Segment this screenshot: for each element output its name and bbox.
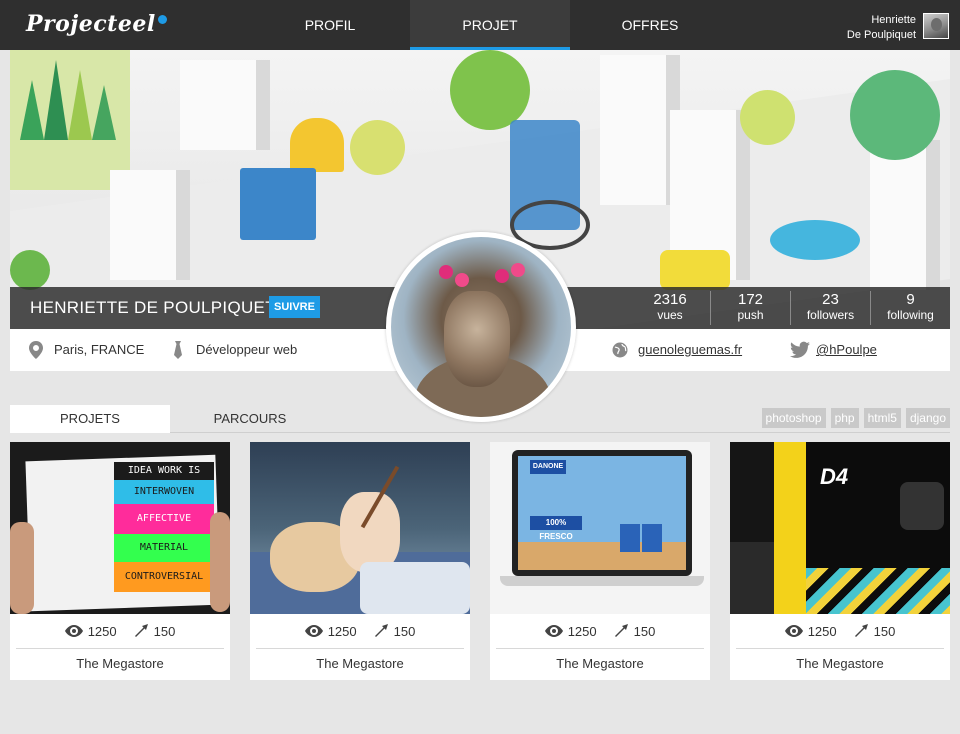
push-count: 150: [633, 623, 656, 639]
project-stats: 1250 150: [730, 614, 950, 648]
project-thumbnail[interactable]: D4: [730, 442, 950, 614]
project-stats: 1250 150: [490, 614, 710, 648]
main-nav: PROFIL PROJET OFFRES: [250, 0, 730, 50]
stat-followers[interactable]: 23 followers: [790, 291, 870, 325]
push-count: 150: [393, 623, 416, 639]
project-tabs: PROJETS PARCOURS photoshop php html5 dja…: [10, 405, 950, 433]
follow-button[interactable]: SUIVRE: [269, 296, 320, 318]
views-count: 1250: [807, 623, 837, 639]
nav-projet[interactable]: PROJET: [410, 0, 570, 50]
tag-html5[interactable]: html5: [863, 408, 901, 428]
tag-django[interactable]: django: [905, 408, 950, 428]
project-card[interactable]: 1250 150 The Megastore: [250, 442, 470, 680]
stat-following[interactable]: 9 following: [870, 291, 950, 325]
stat-views: 2316 vues: [653, 291, 687, 322]
project-thumbnail[interactable]: DANONE 100% FRESCO: [490, 442, 710, 614]
skill-tags: photoshop php html5 django: [761, 408, 950, 428]
eye-icon: [64, 625, 83, 637]
project-thumbnail[interactable]: IDEA WORK IS INTERWOVEN AFFECTIVE MATERI…: [10, 442, 230, 614]
push-icon: [374, 624, 388, 637]
project-title[interactable]: The Megastore: [490, 650, 710, 680]
twitter-icon: [790, 341, 810, 358]
views-count: 1250: [87, 623, 117, 639]
views-count: 1250: [567, 623, 597, 639]
user-last-name: De Poulpiquet: [846, 29, 916, 41]
project-card[interactable]: D4 1250 150 The Megastore: [730, 442, 950, 680]
tab-projets[interactable]: PROJETS: [10, 405, 170, 433]
project-thumbnail[interactable]: [250, 442, 470, 614]
project-title[interactable]: The Megastore: [730, 650, 950, 680]
location-pin-icon: [29, 341, 43, 359]
logo[interactable]: Projecteel: [26, 11, 167, 37]
profile-stats: 2316 vues 172 push 23 followers 9 following: [630, 291, 950, 325]
tab-parcours[interactable]: PARCOURS: [170, 405, 330, 433]
profile-name: HENRIETTE DE POULPIQUET: [30, 298, 276, 317]
tie-icon: [174, 341, 182, 359]
project-title[interactable]: The Megastore: [250, 650, 470, 680]
eye-icon: [544, 625, 563, 637]
tag-photoshop[interactable]: photoshop: [761, 408, 826, 428]
project-grid: IDEA WORK IS INTERWOVEN AFFECTIVE MATERI…: [10, 442, 950, 680]
project-card[interactable]: DANONE 100% FRESCO 1250 150 The Megastor…: [490, 442, 710, 680]
globe-icon: [612, 342, 628, 358]
logo-dot-icon: [157, 15, 167, 24]
project-stats: 1250 150: [250, 614, 470, 648]
stat-push: 172 push: [710, 291, 790, 325]
top-bar: Projecteel PROFIL PROJET OFFRES Henriett…: [0, 0, 960, 50]
user-avatar[interactable]: [923, 13, 949, 39]
profile-avatar[interactable]: [386, 232, 576, 422]
eye-icon: [304, 625, 323, 637]
nav-offres[interactable]: OFFRES: [570, 0, 730, 50]
views-count: 1250: [327, 623, 357, 639]
push-icon: [614, 624, 628, 637]
push-icon: [134, 624, 148, 637]
tag-php[interactable]: php: [830, 408, 859, 428]
user-first-name: Henriette: [871, 14, 916, 26]
push-count: 150: [153, 623, 176, 639]
nav-profil[interactable]: PROFIL: [250, 0, 410, 50]
project-stats: 1250 150: [10, 614, 230, 648]
user-menu[interactable]: Henriette De Poulpiquet: [847, 13, 916, 43]
project-title[interactable]: The Megastore: [10, 650, 230, 680]
push-icon: [854, 624, 868, 637]
push-count: 150: [873, 623, 896, 639]
eye-icon: [784, 625, 803, 637]
project-card[interactable]: IDEA WORK IS INTERWOVEN AFFECTIVE MATERI…: [10, 442, 230, 680]
